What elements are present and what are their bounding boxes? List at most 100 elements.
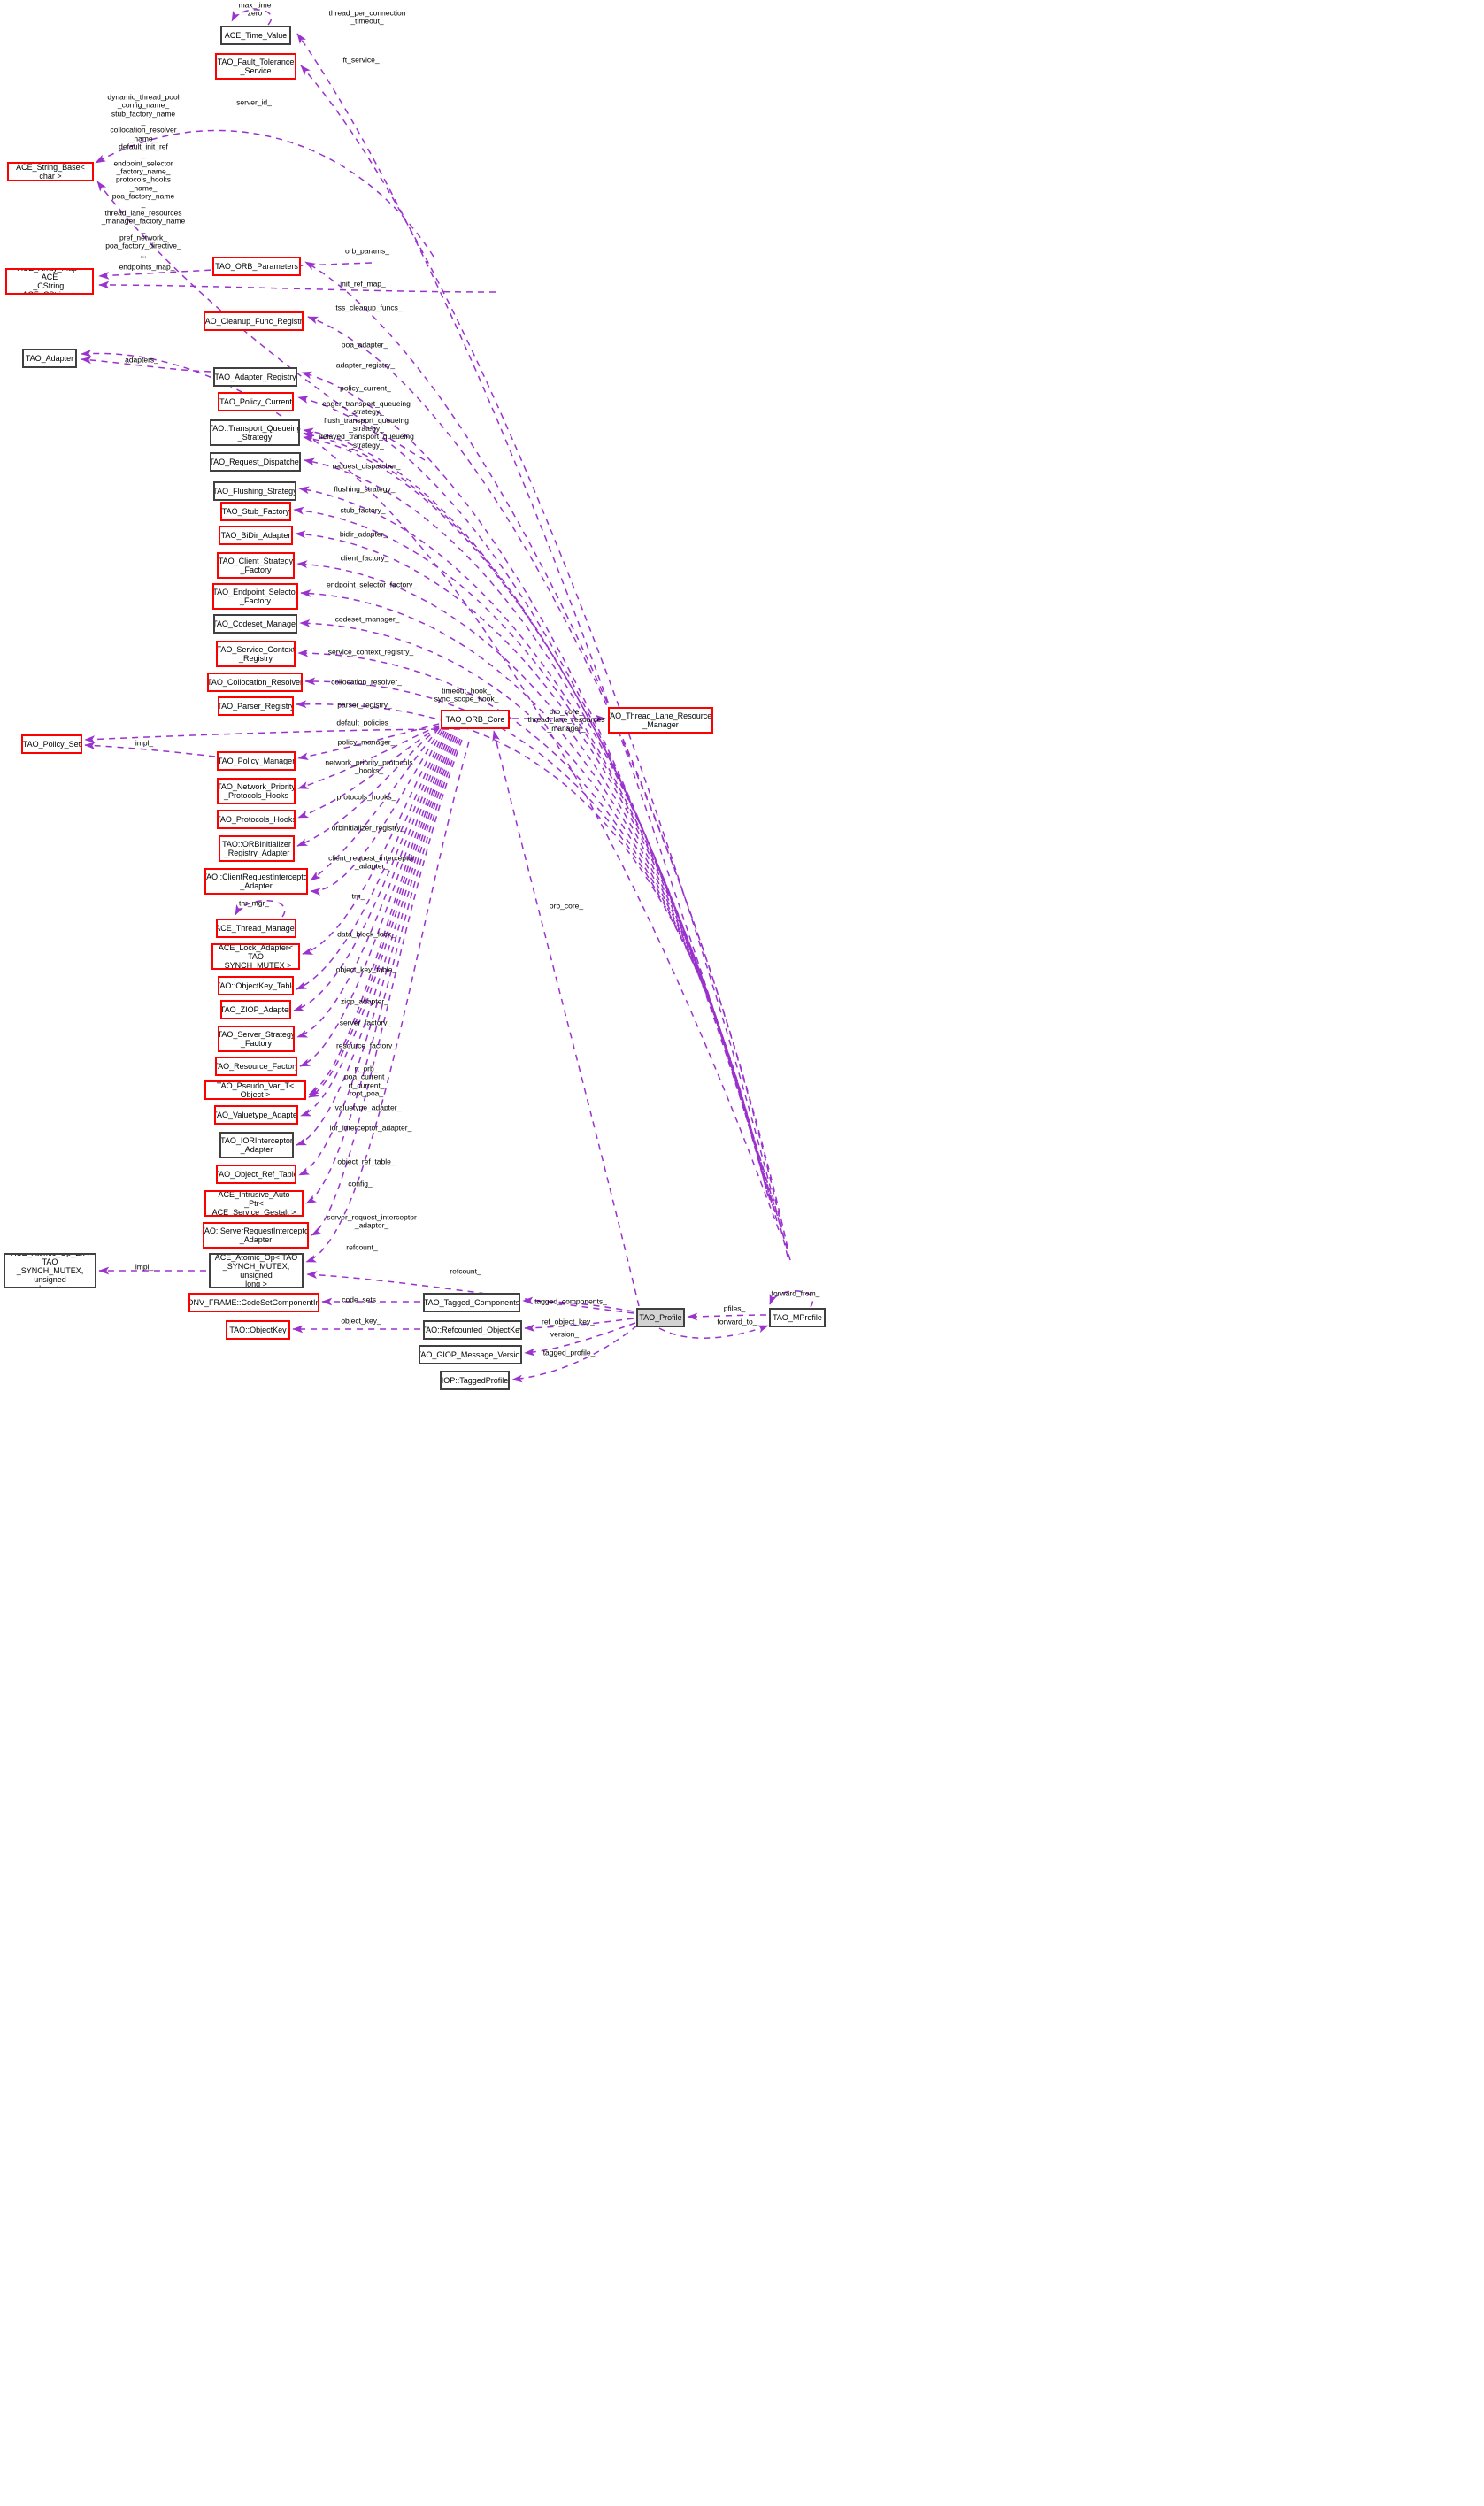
class-node-tao_transport_queueing[interactable]: TAO::Transport_Queueing _Strategy — [210, 419, 300, 446]
edge-label-ft_service: ft_service_ — [342, 55, 380, 65]
class-node-tao_cleanup_func[interactable]: TAO_Cleanup_Func_Registry — [204, 311, 304, 331]
class-node-tao_iorinterceptor[interactable]: TAO_IORInterceptor _Adapter — [219, 1132, 294, 1158]
class-node-tao_parser_registry[interactable]: TAO_Parser_Registry — [218, 696, 294, 716]
edge-label-resource_factory: resource_factory_ — [335, 1041, 397, 1050]
class-node-tao_client_strategy[interactable]: TAO_Client_Strategy _Factory — [217, 552, 295, 579]
class-node-tao_fault_tolerance[interactable]: TAO_Fault_Tolerance _Service — [215, 53, 296, 80]
class-node-tao_endpoint_selector[interactable]: TAO_Endpoint_Selector _Factory — [212, 583, 298, 610]
collaboration-diagram-canvas: ACE_Time_Value TAO_Fault_Tolerance _Servi… — [0, 0, 1484, 2506]
edge-label-impl_atomic: impl_ — [135, 1262, 154, 1272]
class-node-tao_policy_set[interactable]: TAO_Policy_Set — [21, 734, 82, 754]
edge-label-string_attrs: dynamic_thread_pool _config_name_ stub_f… — [101, 92, 186, 259]
edge-label-thread_per_conn: thread_per_connection _timeout_ — [328, 8, 406, 26]
edge-label-protocols_hooks: protocols_hooks_ — [336, 792, 396, 802]
class-node-tao_stub_factory[interactable]: TAO_Stub_Factory — [220, 502, 291, 521]
edge-label-queueing_strategies: eager_transport_queueing _strategy_ flus… — [319, 398, 414, 450]
class-node-ace_atomic_op_ex[interactable]: ACE_Atomic_Op_Ex< TAO _SYNCH_MUTEX, unsi… — [4, 1253, 96, 1288]
class-node-conv_frame_codeset[interactable]: CONV_FRAME::CodeSetComponentInfo — [188, 1293, 319, 1312]
edge-label-object_key_table: object_key_table_ — [335, 965, 397, 974]
edge-label-policy_manager: policy_manager_ — [337, 737, 396, 747]
class-node-iop_taggedprofile[interactable]: IOP::TaggedProfile — [440, 1371, 510, 1390]
edge-label-codeset_manager: codeset_manager_ — [334, 614, 400, 624]
class-node-tao_orb_parameters[interactable]: TAO_ORB_Parameters — [212, 257, 301, 276]
edge-label-version: version_ — [550, 1329, 580, 1339]
class-node-tao_collocation_res[interactable]: TAO_Collocation_Resolver — [207, 673, 303, 692]
class-node-ace_string_base[interactable]: ACE_String_Base< char > — [7, 162, 94, 181]
class-node-tao_clientreq_intc[interactable]: TAO::ClientRequestInterceptor _Adapter — [204, 868, 308, 895]
edge-label-adapters: adapters_ — [125, 355, 158, 365]
edge-label-endpoints_map: endpoints_map_ — [119, 262, 175, 272]
edge-label-refcount_mid: refcount_ — [450, 1266, 481, 1276]
edge-label-orb_params: orb_params_ — [344, 246, 390, 256]
edge-label-poa_adapter: poa_adapter_ — [341, 340, 388, 350]
class-node-ace_thread_manager[interactable]: ACE_Thread_Manager — [216, 919, 296, 938]
edge-label-policy_current: policy_current_ — [340, 383, 391, 393]
edge-label-network_priority_hooks: network_priority_protocols _hooks_ — [325, 757, 413, 775]
edge-label-adapter_registry: adapter_registry_ — [335, 360, 396, 370]
edge-label-data_block_lock: data_block_lock_ — [337, 929, 396, 939]
edge-label-endpoint_selector_factory: endpoint_selector_factory_ — [326, 580, 418, 589]
class-node-tao_protocols_hooks[interactable]: TAO_Protocols_Hooks — [217, 810, 296, 829]
class-node-tao_objectkey_table[interactable]: TAO::ObjectKey_Table — [218, 976, 294, 995]
class-node-ace_atomic_op[interactable]: ACE_Atomic_Op< TAO _SYNCH_MUTEX, unsigne… — [209, 1253, 304, 1288]
class-node-tao_ziop_adapter[interactable]: TAO_ZIOP_Adapter — [220, 1000, 291, 1019]
edge-label-max_time_zero: max_time zero — [238, 0, 272, 18]
edge-label-object_ref_table: object_ref_table_ — [337, 1157, 396, 1166]
edge-label-tss_cleanup_funcs: tss_cleanup_funcs_ — [335, 303, 403, 312]
edge-label-ref_object_key: ref_object_key_ — [541, 1317, 596, 1326]
edge-label-request_dispatcher: request_dispatcher_ — [332, 461, 401, 471]
edge-label-server_id: server_id_ — [236, 97, 272, 107]
edge-label-impl_policy: impl_ — [135, 738, 154, 748]
edge-label-stub_factory: stub_factory_ — [340, 505, 386, 515]
class-node-tao_adapter_registry[interactable]: TAO_Adapter_Registry — [213, 367, 297, 387]
class-node-ace_array_map[interactable]: ACE_Array_Map< ACE _CString, ACE_CString… — [5, 268, 94, 295]
edge-label-collocation_resolver: collocation_resolver_ — [331, 677, 402, 687]
edge-label-ziop_adapter: ziop_adapter_ — [341, 996, 388, 1006]
class-node-tao_tagged_components[interactable]: TAO_Tagged_Components — [423, 1293, 520, 1312]
class-node-tao_resource_factory[interactable]: TAO_Resource_Factory — [215, 1057, 297, 1076]
edge-label-pfiles: pfiles_ — [723, 1303, 746, 1313]
class-node-tao_object_ref_table[interactable]: TAO_Object_Ref_Table — [216, 1165, 296, 1184]
edge-label-bidir_adapter: bidir_adapter_ — [339, 529, 388, 539]
edge-label-refcount_top: refcount_ — [346, 1242, 378, 1252]
class-node-ace_time_value[interactable]: ACE_Time_Value — [220, 26, 291, 45]
edge-label-tagged_profile: tagged_profile_ — [542, 1348, 596, 1357]
edge-label-service_context_registry: service_context_registry_ — [327, 647, 414, 657]
class-node-tao_profile[interactable]: TAO_Profile — [636, 1308, 685, 1327]
class-node-ace_lock_adapter[interactable]: ACE_Lock_Adapter< TAO _SYNCH_MUTEX > — [211, 943, 300, 970]
class-node-tao_service_context[interactable]: TAO_Service_Context _Registry — [216, 641, 296, 667]
edge-label-thr_mgr: thr_mgr_ — [238, 898, 270, 908]
edge-label-code_sets: code_sets_ — [342, 1295, 381, 1304]
edge-label-rt_orb_group: rt_orb_ poa_current_ rt_current_ root_po… — [343, 1064, 389, 1098]
class-node-tao_refcounted_objkey[interactable]: TAO::Refcounted_ObjectKey — [423, 1320, 522, 1340]
edge-label-init_ref_map: init_ref_map_ — [340, 279, 386, 288]
class-node-tao_orb_core[interactable]: TAO_ORB_Core — [441, 710, 510, 729]
class-node-tao_adapter[interactable]: TAO_Adapter — [22, 349, 77, 368]
edge-label-client_request_interceptor: client_request_interceptor _adapter_ — [328, 853, 415, 871]
edge-label-parser_registry: parser_registry_ — [337, 700, 392, 710]
edge-label-trn: trn_ — [351, 891, 365, 901]
edge-label-server_request_interceptor: server_request_interceptor _adapter_ — [327, 1212, 417, 1230]
edge-label-server_factory: server_factory_ — [339, 1018, 392, 1027]
class-node-tao_policy_manager[interactable]: TAO_Policy_Manager — [217, 751, 296, 771]
class-node-tao_serverreq_intc[interactable]: TAO::ServerRequestInterceptor _Adapter — [203, 1222, 309, 1249]
edge-label-object_key: object_key_ — [341, 1316, 381, 1326]
class-node-tao_valuetype_adapter[interactable]: TAO_Valuetype_Adapter — [214, 1105, 298, 1125]
class-node-tao_flushing_strategy[interactable]: TAO_Flushing_Strategy — [213, 481, 296, 501]
class-node-tao_pseudo_var_t[interactable]: TAO_Pseudo_Var_T< Object > — [204, 1080, 306, 1100]
class-node-ace_intrusive_auto[interactable]: ACE_Intrusive_Auto _Ptr< ACE_Service_Ges… — [204, 1190, 304, 1217]
class-node-tao_orbinitializer[interactable]: TAO::ORBInitializer _Registry_Adapter — [219, 835, 295, 862]
class-node-tao_server_strategy[interactable]: TAO_Server_Strategy _Factory — [218, 1026, 295, 1052]
class-node-tao_objectkey[interactable]: TAO::ObjectKey — [226, 1320, 290, 1340]
class-node-tao_giop_msg_version[interactable]: TAO_GIOP_Message_Version — [419, 1345, 522, 1364]
class-node-tao_bidir_adapter[interactable]: TAO_BiDir_Adapter — [219, 526, 293, 545]
class-node-tao_codeset_manager[interactable]: TAO_Codeset_Manager — [213, 614, 297, 634]
edge-label-timeout_hook: timeout_hook_ sync_scope_hook_ — [434, 686, 499, 703]
class-node-tao_network_priority[interactable]: TAO_Network_Priority _Protocols_Hooks — [217, 778, 296, 804]
class-node-tao_policy_current[interactable]: TAO_Policy_Current — [218, 392, 294, 411]
edge-label-valuetype_adapter: valuetype_adapter_ — [334, 1103, 402, 1112]
class-node-tao_request_dispatcher[interactable]: TAO_Request_Dispatcher — [210, 452, 301, 472]
class-node-tao_mprofile[interactable]: TAO_MProfile — [769, 1308, 826, 1327]
class-node-tao_thread_lane[interactable]: TAO_Thread_Lane_Resources _Manager — [608, 707, 713, 734]
edge-label-ior_interceptor_adapter: ior_interceptor_adapter_ — [329, 1123, 412, 1133]
